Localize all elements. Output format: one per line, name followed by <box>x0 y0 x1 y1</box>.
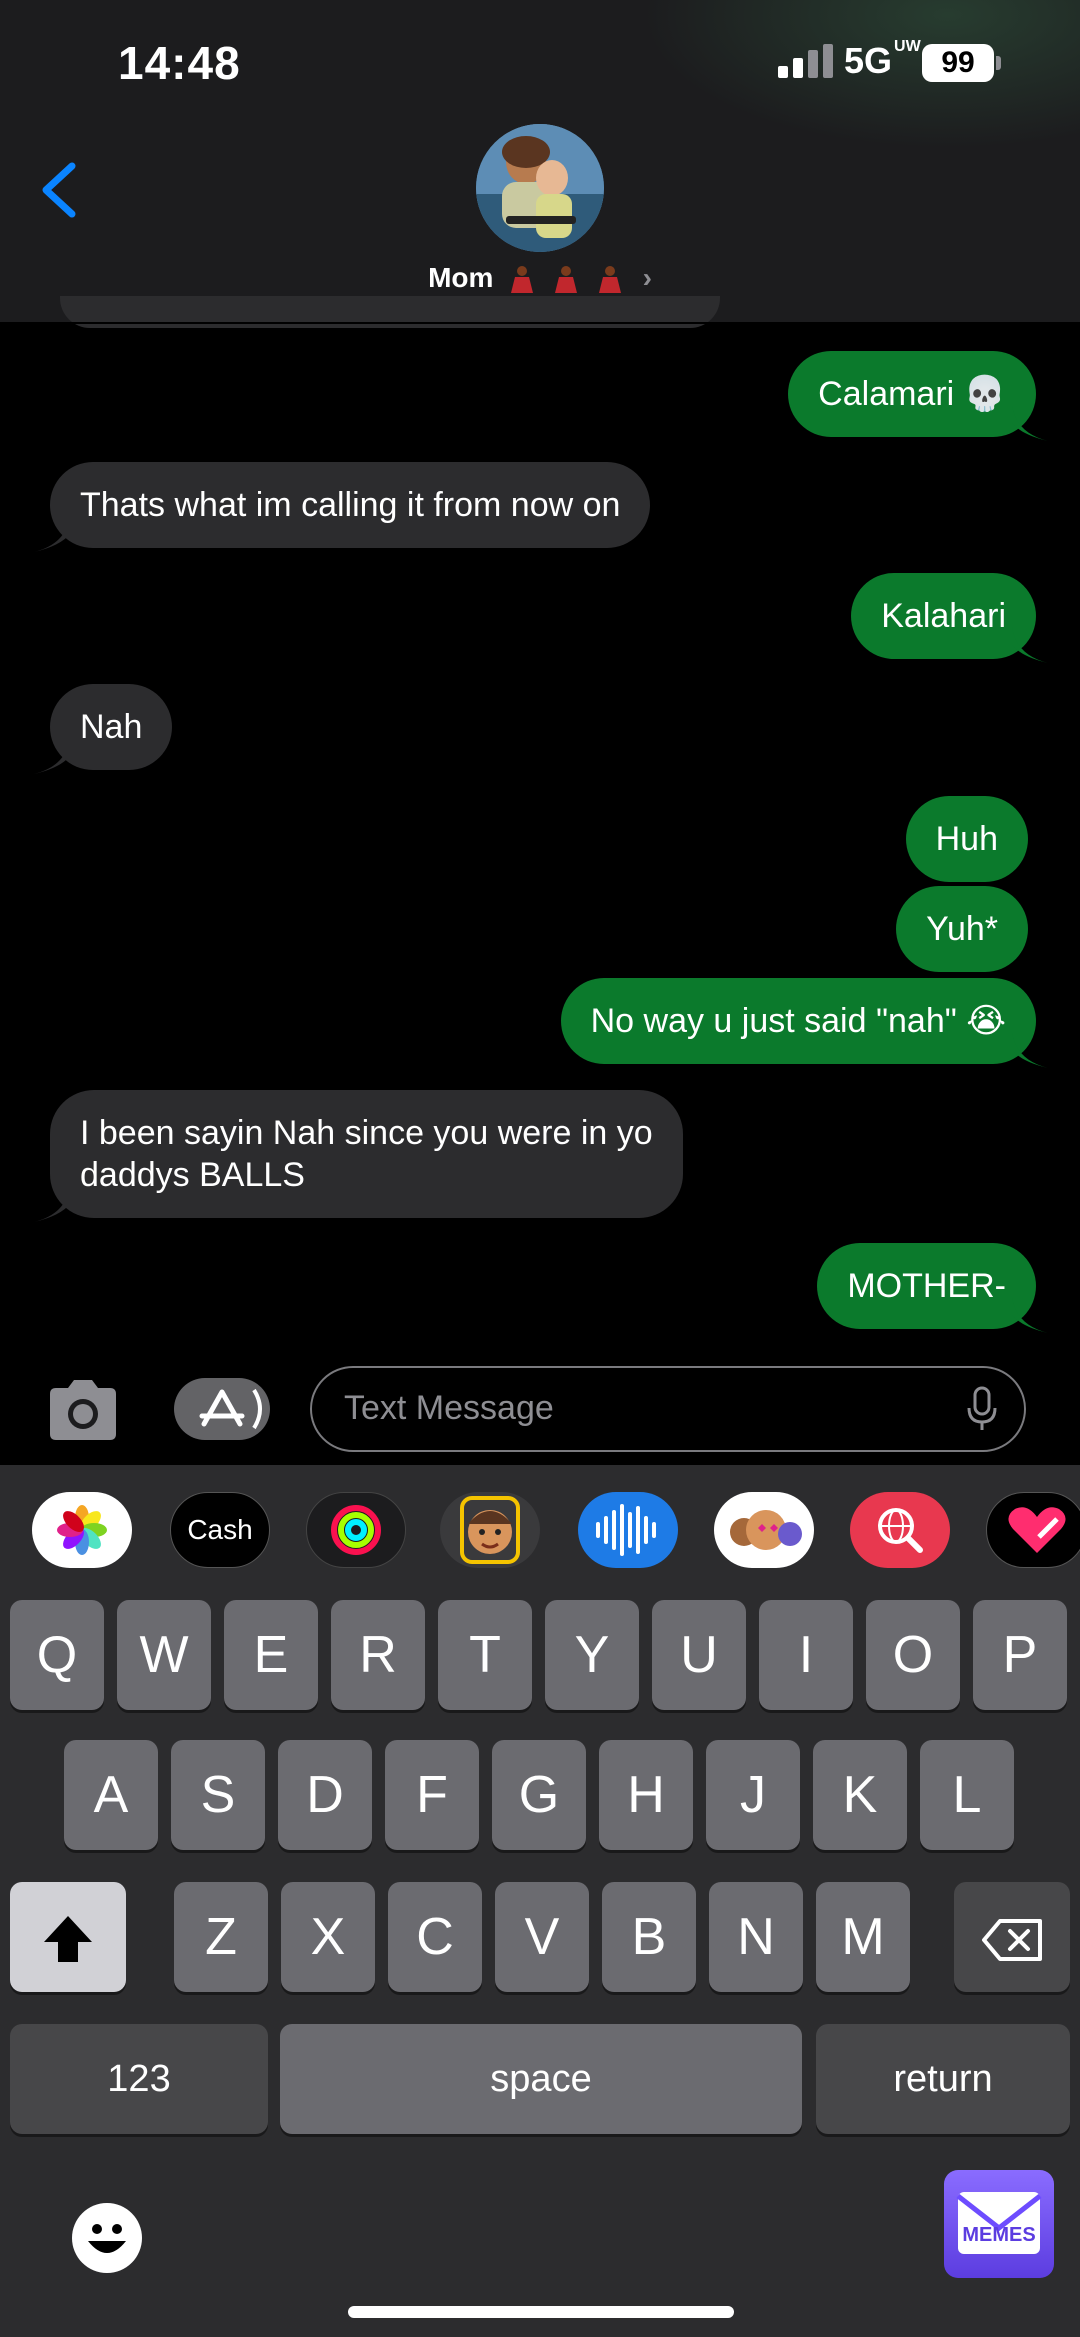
memoji-face-icon <box>460 1496 520 1564</box>
key-p[interactable]: P <box>973 1600 1067 1710</box>
key-i[interactable]: I <box>759 1600 853 1710</box>
key-z[interactable]: Z <box>174 1882 268 1992</box>
memes-label: MEMES <box>962 2224 1036 2246</box>
delete-key[interactable] <box>954 1882 1070 1992</box>
photos-app-icon[interactable] <box>32 1492 132 1568</box>
key-s[interactable]: S <box>171 1740 265 1850</box>
message-bubble-received[interactable]: I been sayin Nah since you were in yo da… <box>50 1090 683 1218</box>
memes-app-button[interactable]: MEMES <box>944 2170 1054 2278</box>
contact-name-row[interactable]: Mom › <box>0 262 1080 295</box>
key-a[interactable]: A <box>64 1740 158 1850</box>
memoji-stickers-app-icon[interactable] <box>714 1492 814 1568</box>
space-key[interactable]: space <box>280 2024 802 2134</box>
smiley-face-icon <box>88 2224 126 2253</box>
key-t[interactable]: T <box>438 1600 532 1710</box>
key-b[interactable]: B <box>602 1882 696 1992</box>
message-bubble-sent[interactable]: MOTHER- <box>817 1243 1036 1329</box>
camera-icon[interactable] <box>44 1378 122 1442</box>
key-n[interactable]: N <box>709 1882 803 1992</box>
status-time: 14:48 <box>118 37 241 89</box>
globe-search-icon <box>878 1508 923 1553</box>
app-store-button[interactable] <box>174 1378 270 1440</box>
heart-sticker-app-icon[interactable] <box>986 1492 1080 1568</box>
key-o[interactable]: O <box>866 1600 960 1710</box>
signal-strength-icon <box>778 44 834 78</box>
memoji-app-icon[interactable] <box>440 1492 540 1568</box>
audio-message-app-icon[interactable] <box>578 1492 678 1568</box>
bubble-tail <box>1012 1297 1048 1333</box>
key-e[interactable]: E <box>224 1600 318 1710</box>
key-f[interactable]: F <box>385 1740 479 1850</box>
network-type: 5G UW <box>844 38 921 82</box>
numbers-key[interactable]: 123 <box>10 2024 268 2134</box>
key-r[interactable]: R <box>331 1600 425 1710</box>
photos-flower-icon <box>57 1505 107 1555</box>
home-indicator[interactable] <box>348 2306 734 2318</box>
key-u[interactable]: U <box>652 1600 746 1710</box>
memoji-stickers-icon <box>730 1510 802 1550</box>
bubble-tail <box>1012 627 1048 663</box>
avatar-photo <box>476 124 604 252</box>
dancing-woman-emoji-icon <box>555 265 577 293</box>
waveform-icon <box>596 1504 656 1556</box>
dancing-woman-emoji-icon <box>598 265 621 293</box>
heart-icon <box>1008 1507 1066 1553</box>
backspace-icon <box>982 1919 1042 1962</box>
key-v[interactable]: V <box>495 1882 589 1992</box>
header-divider <box>0 322 1080 324</box>
key-j[interactable]: J <box>706 1740 800 1850</box>
contact-name: Mom <box>428 262 494 293</box>
dancing-woman-emoji-icon <box>511 265 534 293</box>
bubble-tail <box>34 516 70 552</box>
back-chevron-icon[interactable] <box>38 160 80 220</box>
key-w[interactable]: W <box>117 1600 211 1710</box>
images-search-app-icon[interactable] <box>850 1492 950 1568</box>
bubble-tail <box>34 1186 70 1222</box>
key-d[interactable]: D <box>278 1740 372 1850</box>
network-label: 5G <box>844 40 893 81</box>
message-bubble-sent[interactable]: Yuh* <box>896 886 1028 972</box>
activity-rings-icon <box>331 1505 381 1555</box>
battery-level: 99 <box>922 44 994 82</box>
bubble-tail <box>34 738 70 774</box>
bubble-tail <box>1012 1032 1048 1068</box>
apple-cash-label: Cash <box>187 1514 253 1545</box>
key-h[interactable]: H <box>599 1740 693 1850</box>
shift-key[interactable] <box>10 1882 126 1992</box>
key-l[interactable]: L <box>920 1740 1014 1850</box>
message-input-placeholder: Text Message <box>344 1389 554 1427</box>
key-c[interactable]: C <box>388 1882 482 1992</box>
return-key[interactable]: return <box>816 2024 1070 2134</box>
chevron-right-icon: › <box>642 262 652 293</box>
bubble-tail <box>1012 405 1048 441</box>
shift-arrow-icon <box>44 1916 92 1963</box>
key-y[interactable]: Y <box>545 1600 639 1710</box>
message-bubble-received[interactable]: Thats what im calling it from now on <box>50 462 651 548</box>
message-bubble-sent[interactable]: No way u just said "nah" 😭 <box>560 978 1036 1064</box>
key-m[interactable]: M <box>816 1882 910 1992</box>
key-q[interactable]: Q <box>10 1600 104 1710</box>
message-bubble-sent[interactable]: Huh <box>905 796 1028 882</box>
battery-icon <box>996 56 1001 70</box>
emoji-keyboard-button[interactable] <box>72 2203 142 2273</box>
contact-avatar[interactable] <box>476 124 604 252</box>
key-g[interactable]: G <box>492 1740 586 1850</box>
key-x[interactable]: X <box>281 1882 375 1992</box>
microphone-icon[interactable] <box>964 1386 1000 1432</box>
activity-app-icon[interactable] <box>306 1492 406 1568</box>
network-suffix: UW <box>894 38 921 55</box>
app-store-icon <box>199 1388 262 1430</box>
message-bubble-sent[interactable]: Kalahari <box>851 573 1036 659</box>
message-bubble-sent[interactable]: Calamari 💀 <box>788 351 1036 437</box>
key-k[interactable]: K <box>813 1740 907 1850</box>
apple-cash-app-icon[interactable]: Cash <box>170 1492 270 1568</box>
